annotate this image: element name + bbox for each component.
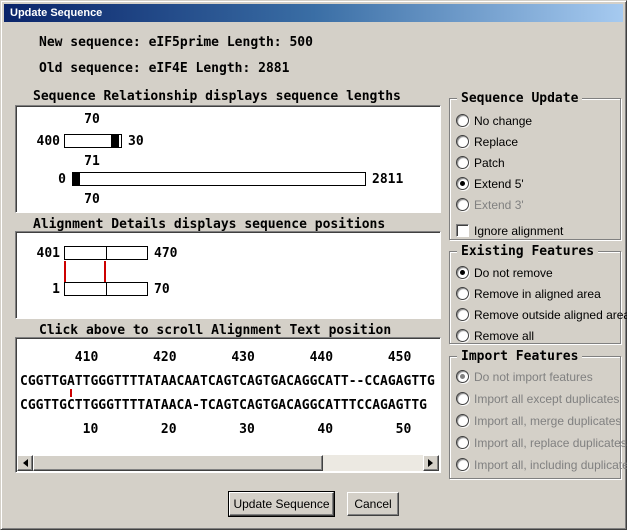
radio-icon	[456, 198, 469, 211]
existing-features-group: Existing Features Do not remove Remove i…	[449, 251, 621, 344]
radio-no-change[interactable]: No change	[456, 112, 532, 129]
option-label: Import all except duplicates	[474, 392, 619, 406]
radio-import-all-merge-duplicates[interactable]: Import all, merge duplicates	[456, 412, 621, 429]
aligned-length-top-label: 70	[74, 112, 110, 127]
radio-remove-all[interactable]: Remove all	[456, 327, 534, 344]
option-label: Remove in aligned area	[474, 287, 601, 301]
radio-icon	[456, 135, 469, 148]
option-label: Import all, replace duplicates	[474, 436, 627, 450]
option-label: No change	[474, 114, 532, 128]
range-divider	[106, 283, 107, 295]
option-label: Do not import features	[474, 370, 593, 384]
radio-icon	[456, 177, 469, 190]
radio-icon	[456, 114, 469, 127]
radio-icon	[456, 370, 469, 383]
radio-import-all-including-duplicates[interactable]: Import all, including duplicates	[456, 456, 627, 473]
scroll-left-button[interactable]	[17, 455, 33, 471]
radio-icon	[456, 392, 469, 405]
bar-old-right-label: 2811	[372, 172, 403, 187]
checkbox-ignore-alignment[interactable]: Ignore alignment	[456, 222, 563, 239]
option-label: Ignore alignment	[474, 224, 563, 238]
option-label: Replace	[474, 135, 518, 149]
alignment-ruler-bottom: 10 20 30 40 50	[20, 422, 411, 437]
bar-new-left-label: 400	[26, 134, 60, 149]
range-old-end-label: 70	[154, 282, 170, 297]
existing-features-title: Existing Features	[457, 244, 598, 259]
option-label: Extend 5'	[474, 177, 524, 191]
radio-import-all-except-duplicates[interactable]: Import all except duplicates	[456, 390, 619, 407]
radio-remove-outside-aligned-area[interactable]: Remove outside aligned area	[456, 306, 627, 323]
old-sequence-info: Old sequence: eIF4E Length: 2881	[39, 61, 289, 76]
bar-new-right-label: 30	[128, 134, 144, 149]
option-label: Patch	[474, 156, 505, 170]
option-label: Remove all	[474, 329, 534, 343]
range-new-end-label: 470	[154, 246, 177, 261]
sequence-update-title: Sequence Update	[457, 91, 582, 106]
radio-icon	[456, 436, 469, 449]
radio-icon	[456, 266, 469, 279]
aligned-end-label: 70	[74, 192, 110, 207]
range-old-start-label: 1	[24, 282, 60, 297]
option-label: Do not remove	[474, 266, 553, 280]
import-features-group: Import Features Do not import features I…	[449, 356, 621, 479]
alignment-ruler-top: 410 420 430 440 450	[20, 350, 411, 365]
radio-do-not-import-features[interactable]: Do not import features	[456, 368, 593, 385]
title-bar[interactable]: Update Sequence	[4, 4, 623, 22]
scroll-cursor-tick-left	[64, 261, 66, 282]
old-sequence-length-bar	[72, 172, 366, 186]
alignment-details-header: Alignment Details displays sequence posi…	[33, 217, 385, 232]
radio-icon	[456, 308, 469, 321]
new-sequence-aligned-region	[111, 135, 119, 147]
bar-old-left-label: 0	[46, 172, 66, 187]
old-sequence-aligned-region	[73, 173, 80, 185]
radio-extend-5[interactable]: Extend 5'	[456, 175, 524, 192]
radio-do-not-remove[interactable]: Do not remove	[456, 264, 553, 281]
update-sequence-dialog: Update Sequence New sequence: eIF5prime …	[0, 0, 627, 530]
scroll-left-icon	[19, 459, 28, 467]
radio-replace[interactable]: Replace	[456, 133, 518, 150]
alignment-sequence-old: CGGTTGCTTGGGTTTTATAACA-TCAGTCAGTGACAGGCA…	[20, 398, 427, 413]
mismatch-tick	[70, 389, 72, 397]
button-label: Cancel	[354, 497, 391, 511]
option-label: Extend 3'	[474, 198, 524, 212]
cancel-button[interactable]: Cancel	[347, 492, 399, 516]
alignment-details-panel: 401 470 1 70	[15, 231, 441, 319]
radio-icon	[456, 287, 469, 300]
radio-patch[interactable]: Patch	[456, 154, 505, 171]
radio-import-all-replace-duplicates[interactable]: Import all, replace duplicates	[456, 434, 627, 451]
update-sequence-button[interactable]: Update Sequence	[229, 492, 334, 516]
option-label: Import all, merge duplicates	[474, 414, 621, 428]
scroll-cursor-tick-mid	[104, 261, 106, 282]
relationship-header: Sequence Relationship displays sequence …	[33, 89, 401, 104]
option-label: Remove outside aligned area	[474, 308, 627, 322]
radio-icon	[456, 156, 469, 169]
radio-icon	[456, 414, 469, 427]
radio-icon	[456, 329, 469, 342]
new-sequence-info: New sequence: eIF5prime Length: 500	[39, 35, 313, 50]
new-sequence-length-bar	[64, 134, 122, 148]
scroll-right-button[interactable]	[423, 455, 439, 471]
alignment-text-header: Click above to scroll Alignment Text pos…	[39, 323, 391, 338]
alignment-range-bar-old[interactable]	[64, 282, 148, 296]
radio-remove-in-aligned-area[interactable]: Remove in aligned area	[456, 285, 601, 302]
alignment-sequence-new: CGGTTGATTGGGTTTTATAACAATCAGTCAGTGACAGGCA…	[20, 374, 435, 389]
window-title: Update Sequence	[10, 7, 102, 19]
button-label: Update Sequence	[233, 497, 329, 511]
checkbox-icon	[456, 224, 469, 237]
alignment-scrollbar[interactable]	[17, 455, 439, 471]
radio-extend-3[interactable]: Extend 3'	[456, 196, 524, 213]
sequence-update-group: Sequence Update No change Replace Patch …	[449, 98, 621, 240]
aligned-junction-label: 71	[74, 154, 110, 169]
scroll-right-icon	[428, 459, 437, 467]
import-features-title: Import Features	[457, 349, 582, 364]
alignment-range-bar-new[interactable]	[64, 246, 148, 260]
range-new-start-label: 401	[24, 246, 60, 261]
range-divider	[106, 247, 107, 259]
radio-icon	[456, 458, 469, 471]
alignment-text-panel: 410 420 430 440 450 CGGTTGATTGGGTTTTATAA…	[15, 337, 441, 473]
option-label: Import all, including duplicates	[474, 458, 627, 472]
scrollbar-thumb[interactable]	[33, 455, 323, 471]
sequence-relationship-panel: 70 400 30 71 0 2811 70	[15, 105, 441, 213]
